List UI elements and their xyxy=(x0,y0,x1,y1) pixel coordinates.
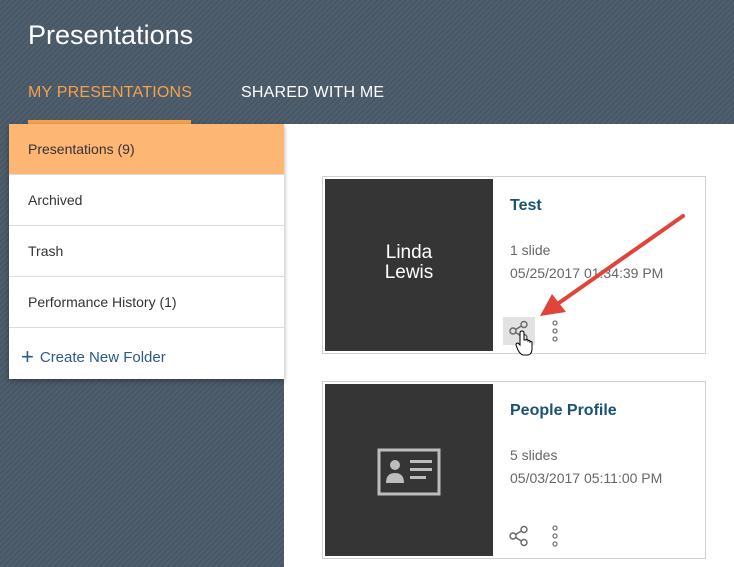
more-options-button[interactable] xyxy=(549,524,561,548)
sidebar-item-presentations[interactable]: Presentations (9) xyxy=(9,124,284,175)
presentation-title[interactable]: People Profile xyxy=(510,402,617,420)
sidebar-item-archived[interactable]: Archived xyxy=(9,175,284,226)
slide-count: 1 slide xyxy=(510,242,551,258)
create-new-folder-button[interactable]: + Create New Folder xyxy=(9,330,284,379)
tab-my-presentations[interactable]: MY PRESENTATIONS xyxy=(28,84,192,102)
share-button[interactable] xyxy=(503,522,535,550)
tab-shared-with-me[interactable]: SHARED WITH ME xyxy=(241,84,384,102)
id-card-icon xyxy=(377,448,441,496)
share-button[interactable] xyxy=(503,317,535,345)
share-icon xyxy=(509,320,528,342)
modified-date: 05/25/2017 01:34:39 PM xyxy=(510,265,664,281)
plus-icon: + xyxy=(21,344,34,369)
page-title: Presentations xyxy=(28,20,194,50)
thumbnail-text: Linda Lewis xyxy=(384,242,434,283)
create-new-folder-label: Create New Folder xyxy=(39,349,166,366)
modified-date: 05/03/2017 05:11:00 PM xyxy=(510,470,663,486)
sidebar-item-trash[interactable]: Trash xyxy=(9,226,284,277)
more-vertical-icon xyxy=(552,525,558,547)
presentation-card-test[interactable]: Linda Lewis Test 1 slide 05/25/2017 01:3… xyxy=(322,176,706,354)
more-options-button[interactable] xyxy=(549,319,561,343)
slide-count: 5 slides xyxy=(510,447,558,463)
presentation-thumbnail[interactable]: Linda Lewis xyxy=(325,179,493,351)
presentation-title[interactable]: Test xyxy=(510,197,542,215)
sidebar: Presentations (9) Archived Trash Perform… xyxy=(9,124,284,379)
presentation-thumbnail[interactable] xyxy=(325,384,493,556)
share-icon xyxy=(509,525,528,547)
presentation-card-people-profile[interactable]: People Profile 5 slides 05/03/2017 05:11… xyxy=(322,381,706,559)
sidebar-item-performance-history[interactable]: Performance History (1) xyxy=(9,277,284,328)
more-vertical-icon xyxy=(552,320,558,342)
